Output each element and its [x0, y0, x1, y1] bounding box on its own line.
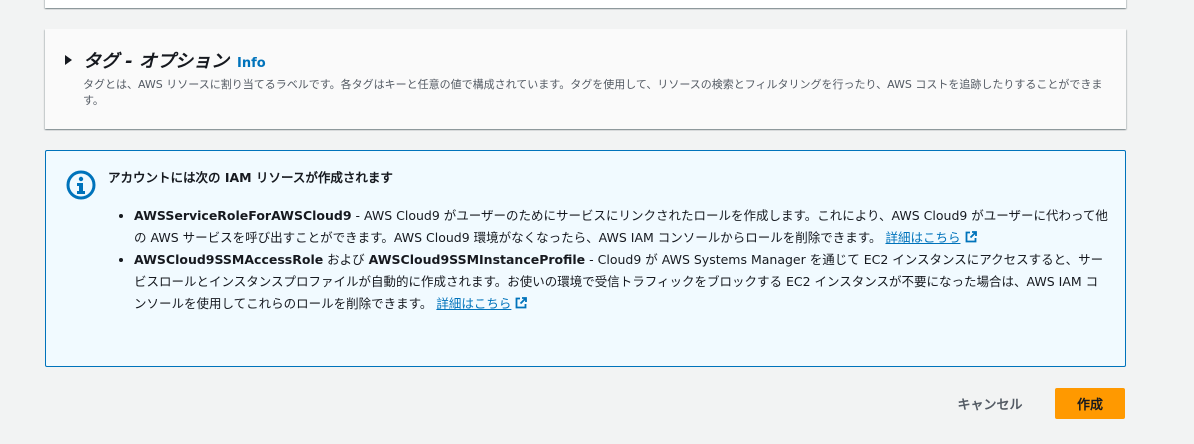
expand-caret-icon[interactable] [65, 55, 72, 65]
alert-title: アカウントには次の IAM リソースが作成されます [108, 170, 393, 185]
info-link[interactable]: Info [237, 56, 266, 71]
role-name: AWSServiceRoleForAWSCloud9 [134, 208, 352, 223]
iam-info-alert: アカウントには次の IAM リソースが作成されます AWSServiceRole… [45, 150, 1126, 367]
previous-section-card [45, 0, 1126, 8]
external-link-icon [965, 231, 977, 243]
create-button[interactable]: 作成 [1055, 388, 1125, 419]
external-link-icon [515, 297, 528, 309]
tags-section: タグ - オプション Info タグとは、AWS リソースに割り当てるラベルです… [45, 29, 1126, 129]
list-item: AWSCloud9SSMAccessRole および AWSCloud9SSMI… [134, 249, 1109, 315]
profile-name: AWSCloud9SSMInstanceProfile [368, 252, 586, 267]
cancel-button[interactable]: キャンセル [945, 388, 1035, 419]
info-icon [66, 170, 96, 200]
role-name: AWSCloud9SSMAccessRole [134, 252, 324, 267]
list-item: AWSServiceRoleForAWSCloud9 - AWS Cloud9 … [134, 205, 1109, 249]
tags-description: タグとは、AWS リソースに割り当てるラベルです。各タグはキーと任意の値で構成さ… [83, 78, 1103, 107]
tags-section-title[interactable]: タグ - オプション [83, 47, 229, 73]
learn-more-link[interactable]: 詳細はこちら [436, 296, 528, 311]
learn-more-link[interactable]: 詳細はこちら [885, 230, 977, 245]
item-text: および [323, 252, 369, 267]
